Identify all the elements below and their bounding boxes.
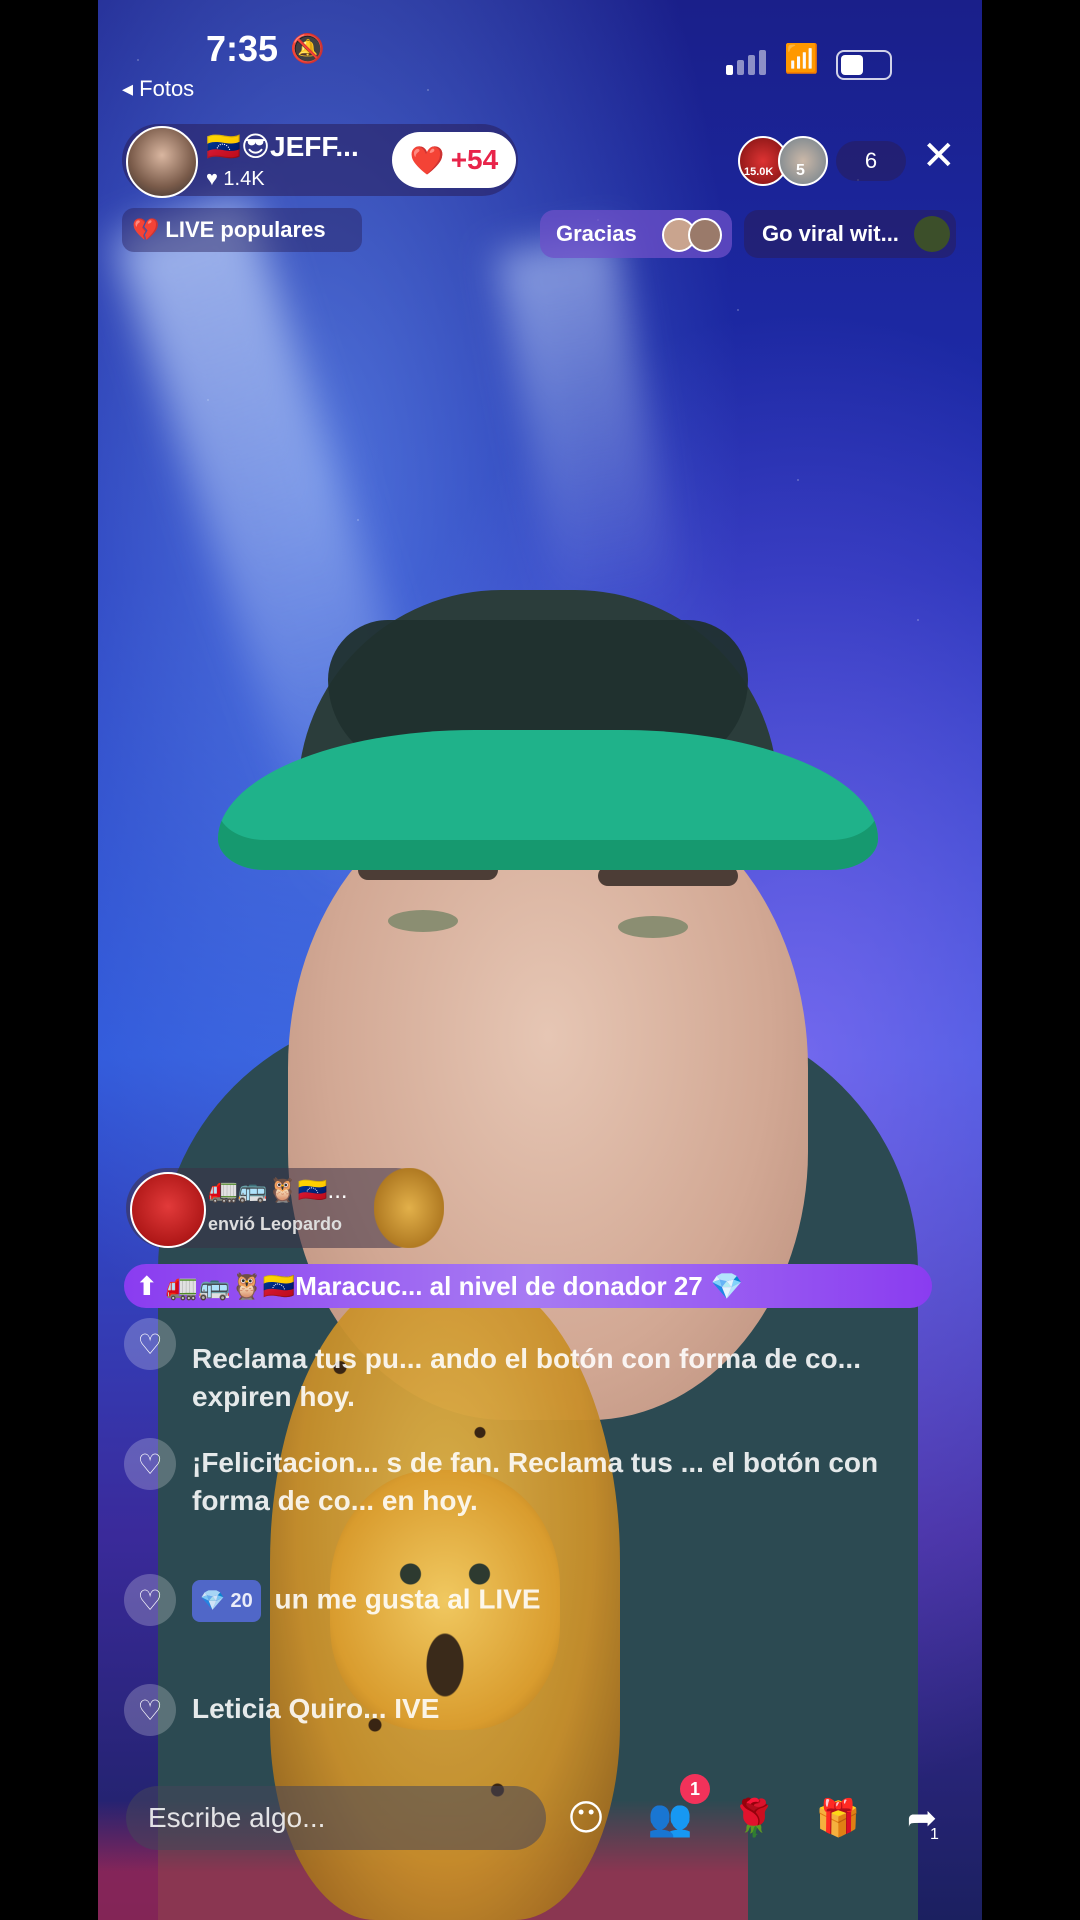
- share-icon[interactable]: ➦: [894, 1790, 950, 1846]
- level-badge: 💎 20: [192, 1580, 261, 1622]
- live-popular-pill[interactable]: 💔 LIVE populares: [122, 208, 362, 252]
- clock: 7:35: [206, 28, 279, 69]
- viewer-list[interactable]: 15.0K 5 6: [738, 136, 906, 186]
- rose-icon[interactable]: 🌹: [726, 1790, 782, 1846]
- like-count: +54: [450, 144, 499, 175]
- emoji-icon[interactable]: 😶: [558, 1790, 614, 1846]
- heart-outline-icon[interactable]: ♡: [124, 1574, 176, 1626]
- host-likes: ♥ 1.4K: [206, 168, 265, 190]
- gift-sent-text: envió Leopardo: [208, 1214, 343, 1234]
- diamond-icon: 💎: [710, 1270, 744, 1301]
- heart-outline-icon[interactable]: ♡: [124, 1438, 176, 1490]
- viral-label: Go viral wit...: [762, 221, 899, 246]
- deer-icon: [914, 216, 950, 252]
- comment-input[interactable]: Escribe algo...: [126, 1786, 546, 1850]
- bell-slash-icon: 🔕: [290, 33, 325, 64]
- viewer-avatar[interactable]: 5: [778, 136, 828, 186]
- chat-text: Reclama tus pu... ando el botón con form…: [192, 1343, 861, 1412]
- host-name[interactable]: 🇻🇪😎JEFF...: [206, 130, 359, 163]
- gift-sender-avatar[interactable]: [130, 1172, 206, 1248]
- status-bar: 7:35 🔕 ◂ Fotos 📶: [98, 0, 982, 102]
- heart-outline-icon[interactable]: ♡: [124, 1318, 176, 1370]
- wifi-icon: 📶: [784, 43, 819, 74]
- battery-icon: [836, 50, 892, 80]
- gracias-label: Gracias: [556, 221, 637, 246]
- gracias-pill[interactable]: Gracias: [540, 210, 732, 258]
- gracias-avatars: [662, 218, 722, 252]
- broken-heart-icon: 💔: [132, 217, 160, 242]
- donor-level-banner: ⬆ 🚛🚌🦉🇻🇪Maracuc... al nivel de donador 27…: [124, 1264, 932, 1308]
- heart-icon: ❤️: [409, 144, 445, 176]
- gift-sender-name: 🚛🚌🦉🇻🇪...: [208, 1177, 348, 1204]
- eye: [388, 910, 458, 932]
- like-button[interactable]: ❤️ +54: [392, 132, 516, 188]
- viewer-badge: 15.0K: [744, 166, 774, 178]
- avatar: [688, 218, 722, 252]
- cell-signal-icon: [726, 50, 766, 75]
- host-avatar[interactable]: [126, 126, 198, 198]
- arrow-up-icon: ⬆: [136, 1270, 158, 1301]
- eye: [618, 916, 688, 938]
- close-icon[interactable]: ✕: [922, 136, 956, 176]
- back-to-photos[interactable]: ◂ Fotos: [122, 76, 194, 102]
- popular-label: LIVE populares: [165, 217, 326, 242]
- share-count: 1: [930, 1826, 939, 1843]
- viewer-badge: 5: [796, 162, 805, 179]
- chat-text: ¡Felicitacion... s de fan. Reclama tus .…: [192, 1447, 879, 1516]
- viewer-count[interactable]: 6: [836, 141, 906, 181]
- go-viral-pill[interactable]: Go viral wit...: [744, 210, 956, 258]
- donor-text: 🚛🚌🦉🇻🇪Maracuc... al nivel de donador 27: [165, 1270, 703, 1301]
- leopard-gift-icon: [374, 1168, 444, 1248]
- heart-outline-icon[interactable]: ♡: [124, 1684, 176, 1736]
- chat-text: 💎 20 un me gusta al LIVE: [192, 1580, 952, 1622]
- chat-text: Leticia Quiro... IVE: [192, 1693, 440, 1724]
- gift-icon[interactable]: 🎁: [810, 1790, 866, 1846]
- notification-badge: 1: [680, 1774, 710, 1804]
